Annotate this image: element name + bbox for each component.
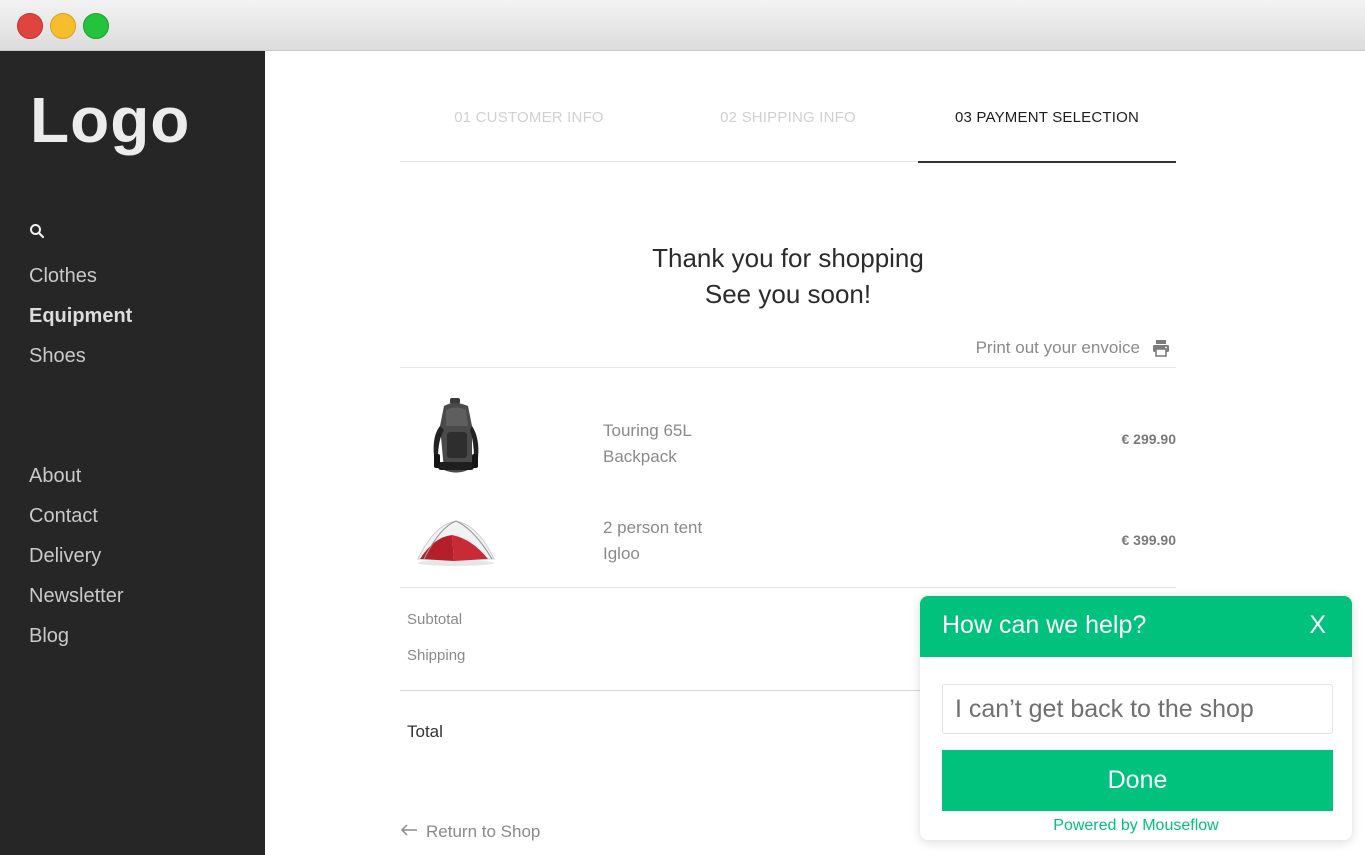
product-name-line: 2 person tent (603, 518, 703, 537)
sidebar-item-contact[interactable]: Contact (29, 505, 98, 528)
product-price: € 399.90 (1121, 532, 1177, 548)
help-widget-title: How can we help? (942, 611, 1147, 639)
window-titlebar (0, 0, 1365, 51)
print-invoice-link[interactable]: Print out your envoice (976, 338, 1140, 358)
product-name-line: Igloo (603, 544, 640, 563)
sidebar-item-blog[interactable]: Blog (29, 625, 69, 648)
sidebar-item-about[interactable]: About (29, 465, 81, 488)
sidebar-item-delivery[interactable]: Delivery (29, 545, 101, 568)
list-item: 2 person tent Igloo € 399.90 (400, 505, 1176, 585)
sidebar: Logo Clothes Equipment Shoes About Conta… (0, 51, 265, 855)
help-message-input[interactable] (942, 684, 1333, 734)
search-icon[interactable] (29, 223, 45, 239)
window-minimize-button[interactable] (50, 13, 76, 39)
product-name: Touring 65L Backpack (603, 418, 692, 470)
product-price: € 299.90 (1121, 431, 1177, 447)
sidebar-item-clothes[interactable]: Clothes (29, 265, 97, 288)
printer-icon[interactable] (1152, 339, 1170, 357)
step-shipping-info[interactable]: 02 SHIPPING INFO (659, 98, 917, 162)
shipping-label: Shipping (407, 647, 466, 664)
help-widget-close-button[interactable]: X (1309, 611, 1326, 640)
backpack-image (433, 398, 479, 473)
product-name-line: Touring 65L (603, 421, 692, 440)
logo[interactable]: Logo (30, 83, 190, 157)
return-to-shop-label: Return to Shop (426, 822, 541, 841)
product-name: 2 person tent Igloo (603, 515, 702, 567)
list-item: Touring 65L Backpack € 299.90 (400, 390, 1176, 490)
see-you-line: See you soon! (704, 279, 872, 309)
help-widget: How can we help? X Done Powered by Mouse… (920, 596, 1352, 840)
window-close-button[interactable] (17, 13, 43, 39)
done-button[interactable]: Done (942, 750, 1333, 811)
help-widget-header: How can we help? X (920, 596, 1352, 657)
thank-you-message: Thank you for shopping See you soon! (400, 240, 1176, 312)
return-to-shop-link[interactable]: Return to Shop (400, 822, 540, 842)
step-customer-info[interactable]: 01 CUSTOMER INFO (400, 98, 658, 162)
product-name-line: Backpack (603, 447, 677, 466)
print-invoice-row: Print out your envoice (400, 334, 1176, 368)
subtotal-label: Subtotal (407, 611, 463, 628)
window-maximize-button[interactable] (83, 13, 109, 39)
sidebar-item-shoes[interactable]: Shoes (29, 345, 86, 368)
sidebar-item-equipment[interactable]: Equipment (29, 305, 132, 328)
divider (400, 587, 1176, 588)
step-payment-selection[interactable]: 03 PAYMENT SELECTION (918, 98, 1176, 163)
checkout-steps: 01 CUSTOMER INFO 02 SHIPPING INFO 03 PAY… (400, 98, 1176, 163)
thank-you-line: Thank you for shopping (652, 243, 924, 273)
total-label: Total (407, 722, 443, 741)
tent-image (417, 520, 495, 566)
arrow-left-icon (400, 824, 417, 836)
sidebar-item-newsletter[interactable]: Newsletter (29, 585, 123, 608)
powered-by-link[interactable]: Powered by Mouseflow (920, 817, 1352, 835)
